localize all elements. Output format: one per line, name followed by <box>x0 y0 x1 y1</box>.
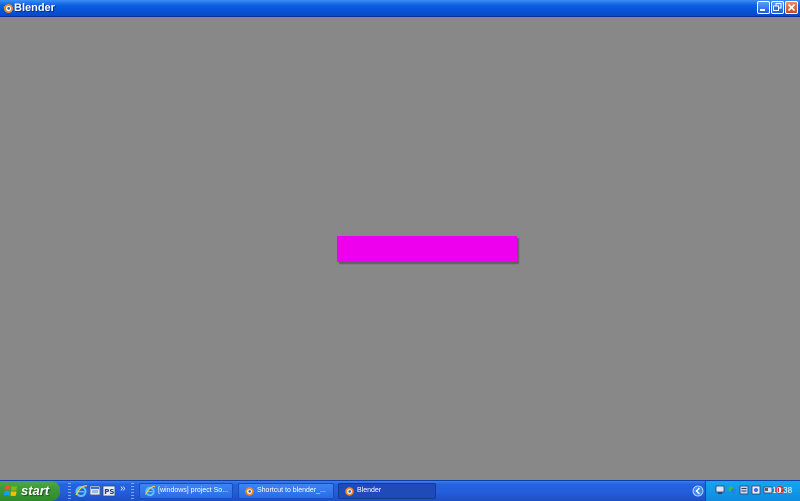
blender-icon <box>245 487 254 496</box>
minimize-icon <box>760 9 765 11</box>
start-label: start <box>21 483 50 498</box>
toolbar-grip[interactable] <box>68 483 71 499</box>
clock[interactable]: 10:38 <box>772 485 792 496</box>
window-titlebar[interactable]: Blender <box>0 0 800 17</box>
toolbar-grip[interactable] <box>131 483 134 499</box>
start-button[interactable]: start <box>0 481 60 501</box>
show-hidden-icons-icon[interactable] <box>692 484 704 498</box>
window-title: Blender <box>14 2 55 14</box>
network-icon[interactable] <box>715 485 725 495</box>
taskbar-button-label: [windows] project So... <box>158 487 229 494</box>
restore-icon <box>773 3 782 11</box>
internet-explorer-icon <box>145 485 156 497</box>
internet-explorer-icon[interactable] <box>74 484 88 498</box>
taskbar-button-ie-window[interactable]: [windows] project So... <box>139 483 233 499</box>
close-icon <box>787 3 796 12</box>
blender-icon[interactable] <box>2 2 14 14</box>
restore-button[interactable] <box>771 1 784 14</box>
taskbar-button-label: Shortcut to blender_... <box>257 487 326 494</box>
missing-texture-bar <box>337 236 517 262</box>
windows-explorer-icon[interactable] <box>88 484 102 498</box>
quick-launch-more-button[interactable]: » <box>120 482 126 496</box>
photoshop-icon[interactable]: PS <box>102 484 116 498</box>
tray-app-icon[interactable] <box>739 485 749 495</box>
windows-flag-icon <box>4 485 17 496</box>
taskbar: start PS » [windows] project So... Short… <box>0 480 800 501</box>
blender-icon <box>345 487 354 496</box>
taskbar-button-shortcut-folder[interactable]: Shortcut to blender_... <box>238 483 334 499</box>
svg-text:PS: PS <box>104 488 114 496</box>
taskbar-button-label: Blender <box>357 487 382 494</box>
close-button[interactable] <box>785 1 798 14</box>
taskbar-button-blender[interactable]: Blender <box>338 483 436 499</box>
blender-viewport[interactable] <box>0 17 800 480</box>
msn-icon[interactable] <box>727 485 737 495</box>
tray-app-icon[interactable] <box>751 485 761 495</box>
minimize-button[interactable] <box>757 1 770 14</box>
